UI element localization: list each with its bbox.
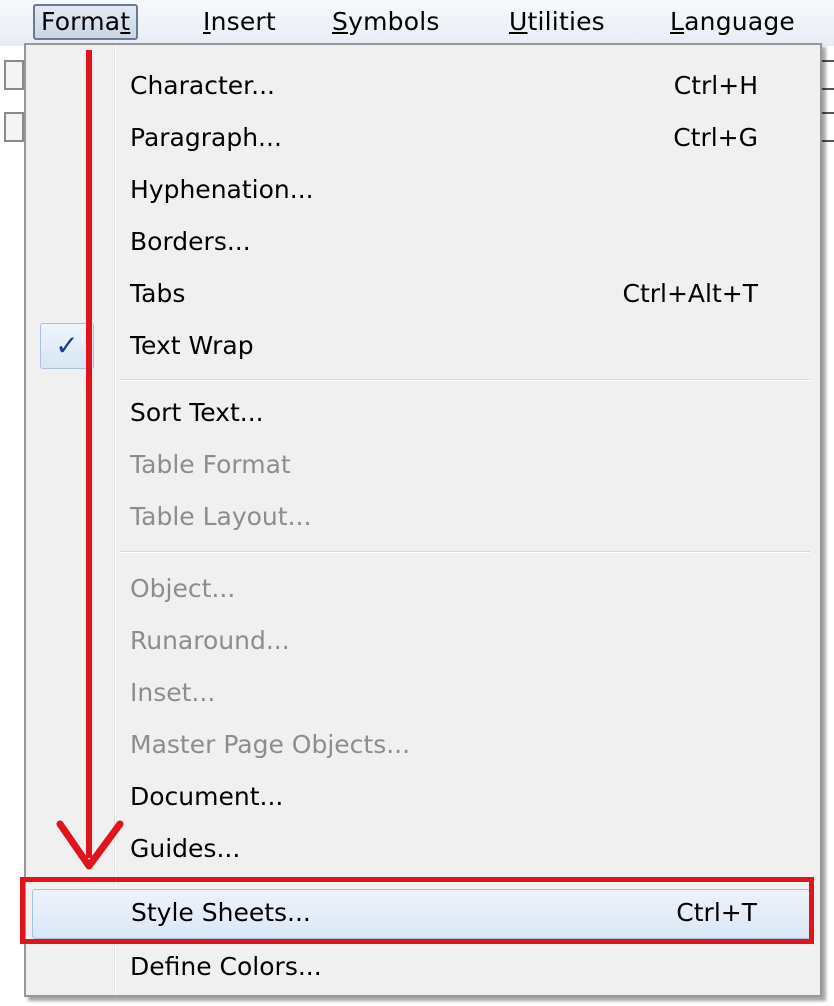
background-control (4, 112, 24, 142)
menu-item-tabs[interactable]: Tabs Ctrl+Alt+T (26, 268, 816, 320)
menu-item-shortcut: Ctrl+Alt+T (622, 279, 759, 308)
menu-item-character[interactable]: Character... Ctrl+H (26, 60, 816, 112)
menu-item-label: Define Colors... (130, 952, 322, 981)
menu-item-hyphenation[interactable]: Hyphenation... (26, 164, 816, 216)
menu-item-object: Object... (26, 563, 816, 615)
menu-item-table-format: Table Format (26, 439, 816, 491)
background-control (4, 60, 24, 90)
format-dropdown-menu: Character... Ctrl+H Paragraph... Ctrl+G … (24, 43, 822, 997)
menu-symbols-label: ymbols (348, 7, 440, 36)
menu-item-label: Tabs (130, 279, 186, 308)
menu-item-label: Hyphenation... (130, 175, 314, 204)
menu-item-label: Borders... (130, 227, 251, 256)
menu-utilities-accelerator: U (509, 7, 528, 36)
menu-item-label: Table Layout... (130, 502, 312, 531)
menu-insert[interactable]: Insert (197, 5, 282, 39)
menu-item-borders[interactable]: Borders... (26, 216, 816, 268)
menu-separator (120, 379, 810, 381)
menu-item-label: Table Format (130, 450, 291, 479)
menubar: Format Insert Symbols Utilities Language (0, 0, 834, 47)
annotation-arrow-shaft (86, 50, 92, 858)
menu-item-label: Text Wrap (130, 331, 254, 360)
menu-utilities-label: tilities (527, 7, 605, 36)
menu-item-label: Character... (130, 71, 275, 100)
menu-item-master-page-objects: Master Page Objects... (26, 719, 816, 771)
menu-item-sort-text[interactable]: Sort Text... (26, 387, 816, 439)
menu-item-label: Inset... (130, 678, 216, 707)
menu-item-label: Object... (130, 574, 236, 603)
menu-item-label: Paragraph... (130, 123, 282, 152)
menu-item-label: Runaround... (130, 626, 290, 655)
menu-insert-accelerator: I (203, 7, 211, 36)
menu-item-shortcut: Ctrl+H (673, 71, 758, 100)
menu-symbols-accelerator: S (332, 7, 349, 36)
menu-item-runaround: Runaround... (26, 615, 816, 667)
menu-item-label: Master Page Objects... (130, 730, 411, 759)
menu-item-inset: Inset... (26, 667, 816, 719)
menu-item-paragraph[interactable]: Paragraph... Ctrl+G (26, 112, 816, 164)
menu-item-guides[interactable]: Guides... (26, 823, 816, 875)
menu-item-label: Document... (130, 782, 284, 811)
menu-insert-label: nsert (210, 7, 276, 36)
menu-item-define-colors[interactable]: Define Colors... (26, 941, 816, 993)
menu-separator (120, 551, 810, 553)
annotation-highlight-box (20, 877, 814, 944)
menu-format[interactable]: Format (33, 4, 139, 40)
menu-item-shortcut: Ctrl+G (673, 123, 758, 152)
menu-item-label: Guides... (130, 834, 241, 863)
menu-language-label: anguage (684, 7, 795, 36)
menu-item-label: Sort Text... (130, 398, 264, 427)
menu-item-table-layout: Table Layout... (26, 491, 816, 543)
background-toolbar-left (0, 46, 26, 1006)
menu-language-accelerator: L (670, 7, 685, 36)
menu-format-label: Forma (41, 7, 121, 36)
down-arrow-icon (56, 820, 124, 870)
menu-format-accelerator: t (120, 7, 131, 36)
menu-item-text-wrap[interactable]: ✓ Text Wrap (26, 320, 816, 372)
menu-item-document[interactable]: Document... (26, 771, 816, 823)
menu-language[interactable]: Language (664, 5, 801, 39)
menu-utilities[interactable]: Utilities (503, 5, 611, 39)
menu-symbols[interactable]: Symbols (326, 5, 446, 39)
